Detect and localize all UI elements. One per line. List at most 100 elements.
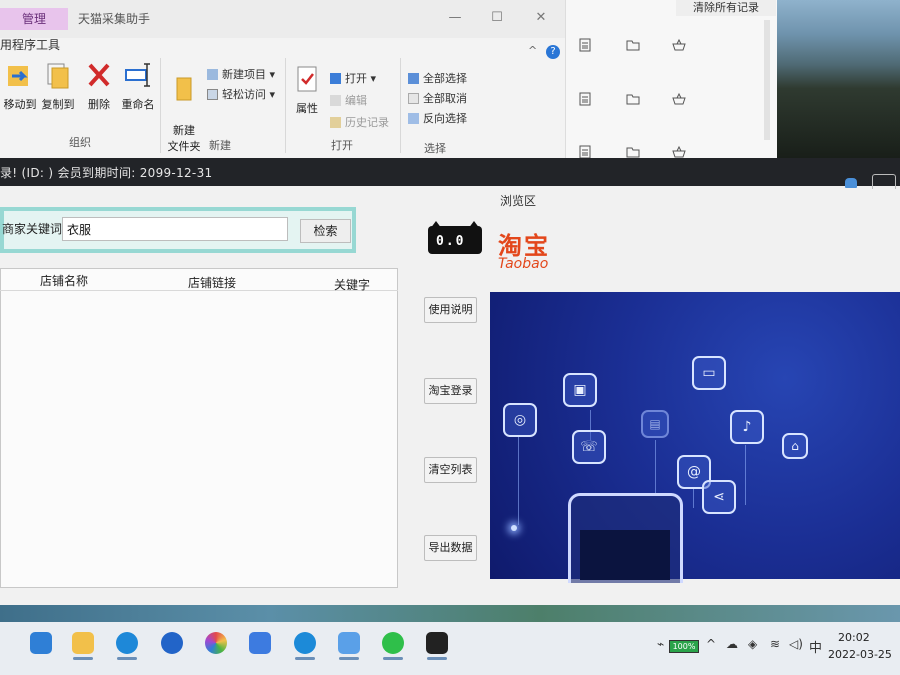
- history-label: 历史记录: [345, 116, 389, 129]
- taobao-helper-icon[interactable]: [426, 632, 448, 654]
- smartphone-screen: [580, 530, 670, 580]
- properties-icon: [297, 66, 317, 92]
- select-all-label: 全部选择: [423, 72, 467, 85]
- properties-button[interactable]: 属性: [292, 64, 322, 116]
- taobao-login-button[interactable]: 淘宝登录: [424, 378, 477, 404]
- usage-guide-button[interactable]: 使用说明: [424, 297, 477, 323]
- help-button[interactable]: ?: [546, 45, 560, 59]
- active-indicator: [295, 657, 315, 660]
- input-method-indicator[interactable]: 中: [809, 637, 822, 656]
- folder-icon[interactable]: [626, 145, 640, 159]
- open-button[interactable]: 打开 ▾: [330, 70, 376, 86]
- keyword-label: 商家关键词: [2, 222, 63, 236]
- connector-line: [693, 488, 694, 508]
- folder-icon[interactable]: [626, 92, 640, 106]
- browse-area-label: 浏览区: [500, 194, 537, 208]
- basket-icon[interactable]: [672, 145, 686, 159]
- skin-icon[interactable]: [845, 178, 857, 188]
- select-all-button[interactable]: 全部选择: [408, 70, 467, 86]
- feishu-icon[interactable]: [249, 632, 271, 654]
- group-label-organize: 组织: [69, 136, 91, 149]
- history-button[interactable]: 历史记录: [330, 114, 389, 130]
- glow-dot: [511, 525, 517, 531]
- network-app-icon[interactable]: [338, 632, 360, 654]
- wechat-icon[interactable]: [382, 632, 404, 654]
- minimize-button[interactable]: —: [440, 8, 470, 28]
- new-item-label: 新建项目: [222, 68, 266, 81]
- results-table[interactable]: [0, 268, 398, 588]
- recent-files-pane: [565, 0, 778, 168]
- new-item-button[interactable]: 新建项目 ▾: [207, 66, 275, 82]
- cloud-icon[interactable]: ☁: [726, 637, 738, 651]
- basket-icon[interactable]: [672, 38, 686, 52]
- ribbon-separator: [400, 58, 401, 153]
- document-icon[interactable]: [578, 92, 592, 106]
- qq-browser-icon[interactable]: [294, 632, 316, 654]
- easy-access-icon: [207, 89, 218, 100]
- show-hidden-icons-button[interactable]: ^: [706, 637, 716, 651]
- close-button[interactable]: ✕: [526, 8, 556, 28]
- copy-to-button[interactable]: 复制到: [40, 60, 76, 112]
- move-to-button[interactable]: 移动到: [2, 60, 38, 112]
- search-button[interactable]: 检索: [300, 219, 351, 243]
- pane-scrollbar[interactable]: [764, 20, 770, 140]
- document-icon[interactable]: [578, 145, 592, 159]
- edit-label: 编辑: [345, 94, 367, 107]
- tray-app-icon[interactable]: ◈: [748, 637, 757, 651]
- photos-icon[interactable]: [205, 632, 227, 654]
- tab-app-tools[interactable]: 用程序工具: [0, 36, 60, 53]
- rename-icon: [125, 63, 150, 87]
- membership-status: 录! (ID: ) 会员到期时间: 2099-12-31: [0, 166, 213, 180]
- phone-icon: ☏: [572, 430, 606, 464]
- copy-to-label: 复制到: [41, 98, 75, 111]
- basket-icon[interactable]: [672, 92, 686, 106]
- folder-icon[interactable]: [626, 38, 640, 52]
- app-minimize-button[interactable]: [872, 174, 896, 189]
- rename-button[interactable]: 重命名: [120, 60, 156, 112]
- copy-to-icon: [47, 63, 69, 89]
- rename-label: 重命名: [121, 98, 155, 111]
- document-icon[interactable]: [578, 38, 592, 52]
- ribbon-separator: [285, 58, 286, 153]
- easy-access-button[interactable]: 轻松访问 ▾: [207, 86, 275, 102]
- l-app-icon[interactable]: [161, 632, 183, 654]
- select-none-button[interactable]: 全部取消: [408, 90, 467, 106]
- tab-manage[interactable]: 管理: [0, 8, 68, 30]
- delete-icon: [88, 63, 110, 87]
- clear-all-records-button[interactable]: 清除所有记录: [676, 0, 776, 16]
- edge-icon[interactable]: [116, 632, 138, 654]
- column-shop-link[interactable]: 店铺链接: [188, 274, 236, 291]
- ribbon-collapse-button[interactable]: ^: [528, 44, 537, 57]
- open-icon: [330, 73, 341, 84]
- volume-icon[interactable]: ◁): [789, 637, 803, 651]
- clear-list-button[interactable]: 清空列表: [424, 457, 477, 483]
- active-indicator: [339, 657, 359, 660]
- battery-indicator[interactable]: 100%: [669, 640, 699, 653]
- image-icon: ▤: [641, 410, 669, 438]
- briefcase-icon: ▣: [563, 373, 597, 407]
- ribbon-separator: [160, 58, 161, 153]
- move-to-label: 移动到: [3, 98, 37, 111]
- column-keyword[interactable]: 关键字: [334, 276, 370, 293]
- open-label: 打开: [345, 72, 367, 85]
- share-icon: ⋖: [702, 480, 736, 514]
- new-folder-button[interactable]: 新建 文件夹: [166, 60, 202, 154]
- clock-date[interactable]: 2022-03-25: [828, 648, 892, 661]
- delete-label: 删除: [88, 98, 110, 111]
- mail-icon[interactable]: [30, 632, 52, 654]
- history-icon: [330, 117, 341, 128]
- delete-button[interactable]: 删除: [84, 60, 114, 112]
- column-shop-name[interactable]: 店铺名称: [40, 272, 88, 289]
- export-data-button[interactable]: 导出数据: [424, 535, 477, 561]
- clock-time[interactable]: 20:02: [838, 631, 870, 644]
- wifi-icon[interactable]: ≋: [770, 637, 780, 651]
- invert-selection-button[interactable]: 反向选择: [408, 110, 467, 126]
- edit-button[interactable]: 编辑: [330, 92, 367, 108]
- properties-label: 属性: [296, 102, 318, 115]
- active-indicator: [427, 657, 447, 660]
- active-indicator: [73, 657, 93, 660]
- explorer-window-title: 天猫采集助手: [78, 12, 151, 26]
- explorer-icon[interactable]: [72, 632, 94, 654]
- maximize-button[interactable]: ☐: [482, 8, 512, 28]
- keyword-input[interactable]: [62, 217, 288, 241]
